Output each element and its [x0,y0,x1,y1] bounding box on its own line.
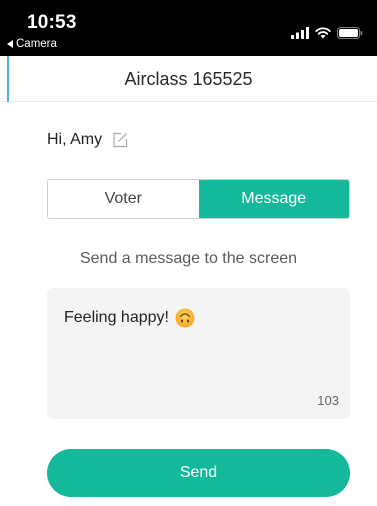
tab-message[interactable]: Message [198,180,349,218]
tab-voter[interactable]: Voter [48,180,199,218]
wifi-icon [315,27,331,39]
status-icons [291,27,363,39]
send-button[interactable]: Send [47,449,350,497]
page-title: Airclass 165525 [124,69,253,89]
nav-bar: Airclass 165525 [0,56,377,102]
status-time: 10:53 [27,12,77,33]
status-bar: 10:53 Camera [0,0,377,56]
back-label: Camera [16,38,57,50]
character-count: 103 [317,393,339,408]
message-text: Feeling happy! [64,308,195,328]
message-value: Feeling happy! [64,309,169,326]
edit-icon[interactable] [112,132,128,148]
greeting: Hi, Amy [47,131,128,149]
message-input[interactable]: Feeling happy! 103 [47,288,350,419]
greeting-text: Hi, Amy [47,131,103,148]
cellular-signal-icon [291,27,309,39]
tab-voter-label: Voter [104,190,142,207]
back-arrow-icon [7,40,13,48]
instruction-text: Send a message to the screen [79,250,298,267]
app-screen: 10:53 Camera Airclass 165525 Hi, Amy Vot… [0,0,377,506]
upside-down-face-emoji [175,308,195,328]
main-content: Hi, Amy Voter Message Send a message to … [0,102,377,506]
battery-icon [337,27,363,39]
tab-message-label: Message [241,190,307,207]
mode-tabs: Voter Message [47,179,350,219]
back-to-camera-link[interactable]: Camera [7,38,57,50]
